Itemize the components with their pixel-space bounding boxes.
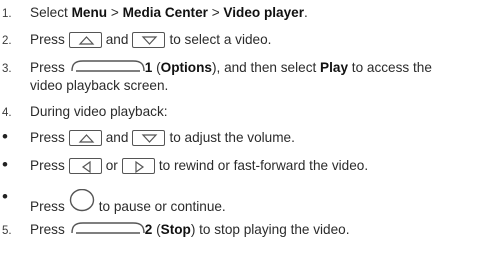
step-number: 5. [2, 225, 12, 237]
step-text: Press 2 (Stop) to stop playing the video. [30, 221, 350, 237]
step-number: 1. [2, 8, 12, 20]
stop-label: Stop [160, 222, 191, 237]
bullet-marker: • [2, 155, 8, 174]
step-number: 2. [2, 35, 12, 47]
media-center-label: Media Center [122, 5, 208, 20]
bullet-marker: • [2, 127, 8, 146]
bullet-text: Press and to adjust the volume. [30, 130, 295, 146]
step-number: 4. [2, 107, 12, 119]
step-text: During video playback: [30, 104, 168, 119]
right-arrow-key-icon [121, 158, 155, 174]
left-arrow-key-icon [68, 158, 102, 174]
instruction-document: 1. Select Menu > Media Center > Video pl… [0, 0, 481, 265]
up-arrow-key-icon [68, 130, 102, 146]
play-label: Play [320, 60, 349, 75]
bullet-text: Press or to rewind or fast-forward the vid… [30, 158, 369, 174]
step-text: Press and to select a video. [30, 32, 272, 48]
step-text: video playback screen. [30, 78, 169, 93]
video-player-label: Video player [223, 5, 305, 20]
soft-key-icon [69, 221, 147, 237]
bullet-marker: • [2, 187, 8, 206]
step-text: Press 1 (Options), and then select Play t… [30, 59, 432, 75]
menu-label: Menu [71, 5, 108, 20]
soft-key-icon [69, 59, 147, 75]
step-text: Select Menu > Media Center > Video playe… [30, 5, 308, 20]
down-arrow-key-icon [132, 130, 166, 146]
up-arrow-key-icon [68, 32, 102, 48]
down-arrow-key-icon [132, 32, 166, 48]
options-label: Options [160, 60, 212, 75]
bullet-text: Press to pause or continue. [30, 188, 226, 218]
step-number: 3. [2, 63, 12, 75]
center-round-key-icon [69, 188, 95, 218]
